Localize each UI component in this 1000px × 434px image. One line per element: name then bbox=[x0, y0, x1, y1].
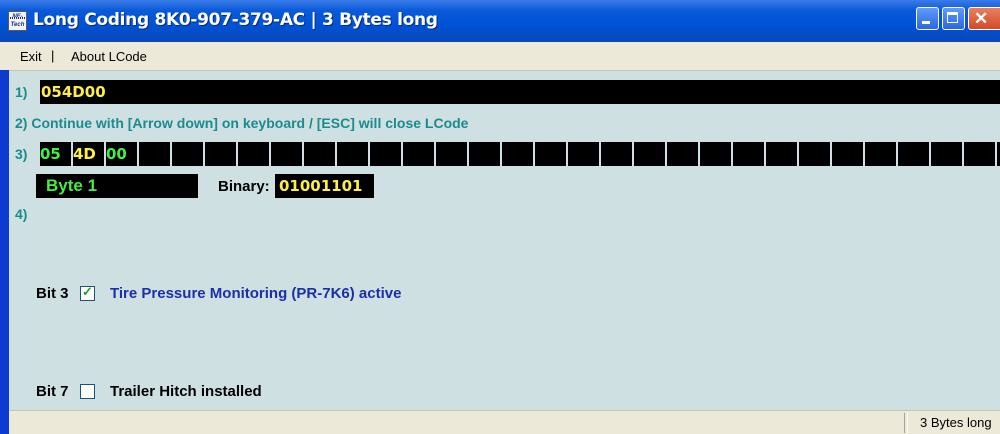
menu-exit[interactable]: Exit bbox=[20, 49, 42, 64]
menu-bar: Exit | About LCode bbox=[0, 42, 1000, 71]
status-bar: 3 Bytes long bbox=[9, 410, 1000, 434]
step-4-label: 4) bbox=[15, 206, 28, 222]
byte-cell-empty[interactable] bbox=[469, 142, 502, 166]
byte-cell-empty[interactable] bbox=[733, 142, 766, 166]
bit-3-checkbox[interactable]: ✓ bbox=[80, 284, 95, 301]
byte-cell-empty[interactable] bbox=[502, 142, 535, 166]
step-2-hint: 2) Continue with [Arrow down] on keyboar… bbox=[15, 115, 469, 131]
maximize-icon bbox=[947, 12, 958, 23]
window-left-border bbox=[0, 70, 9, 434]
byte-cell-1[interactable]: 4D bbox=[73, 142, 106, 166]
checkmark-icon: ✓ bbox=[82, 284, 93, 299]
bit-3-description[interactable]: Tire Pressure Monitoring (PR-7K6) active bbox=[110, 285, 401, 302]
bytes-bar: 05 4D 00 bbox=[40, 142, 1000, 166]
byte-cell-empty[interactable] bbox=[370, 142, 403, 166]
byte-cell-empty[interactable] bbox=[799, 142, 832, 166]
byte-cell-empty[interactable] bbox=[964, 142, 997, 166]
bit-7-checkbox[interactable] bbox=[80, 384, 95, 399]
byte-cell-empty[interactable] bbox=[205, 142, 238, 166]
step-3-label: 3) bbox=[15, 146, 28, 162]
byte-cell-empty[interactable] bbox=[436, 142, 469, 166]
byte-cell-empty[interactable] bbox=[172, 142, 205, 166]
app-logo-icon[interactable]: NE-Tech bbox=[8, 11, 27, 31]
bit-7-description[interactable]: Trailer Hitch installed bbox=[110, 383, 262, 400]
byte-value-0: 05 bbox=[40, 145, 61, 163]
byte-cell-empty[interactable] bbox=[766, 142, 799, 166]
byte-cell-empty[interactable] bbox=[238, 142, 271, 166]
binary-label: Binary: bbox=[218, 178, 270, 195]
byte-cell-0[interactable]: 05 bbox=[40, 142, 73, 166]
coding-value: 054D00 bbox=[41, 83, 106, 101]
binary-value: 01001101 bbox=[275, 174, 374, 198]
minimize-icon bbox=[922, 21, 930, 24]
byte-cell-empty[interactable] bbox=[271, 142, 304, 166]
selected-byte-label: Byte 1 bbox=[36, 174, 198, 198]
bit-3-label: Bit 3 bbox=[36, 285, 69, 302]
menu-about[interactable]: About LCode bbox=[71, 49, 147, 64]
close-icon: ✕ bbox=[974, 9, 989, 28]
lcode-window: NE-Tech Long Coding 8K0-907-379-AC | 3 B… bbox=[0, 0, 1000, 434]
byte-cell-empty[interactable] bbox=[832, 142, 865, 166]
menu-separator: | bbox=[51, 48, 55, 63]
bit-7-label: Bit 7 bbox=[36, 383, 69, 400]
byte-value-2: 00 bbox=[106, 145, 127, 163]
byte-cell-2[interactable]: 00 bbox=[106, 142, 139, 166]
byte-cell-empty[interactable] bbox=[865, 142, 898, 166]
close-button[interactable]: ✕ bbox=[968, 7, 1000, 30]
byte-cell-empty[interactable] bbox=[568, 142, 601, 166]
byte-cell-empty[interactable] bbox=[601, 142, 634, 166]
step-1-label: 1) bbox=[15, 84, 28, 100]
coding-input[interactable]: 054D00 bbox=[40, 80, 1000, 104]
byte-cell-empty[interactable] bbox=[634, 142, 667, 166]
maximize-button[interactable] bbox=[942, 7, 965, 30]
byte-cell-empty[interactable] bbox=[403, 142, 436, 166]
byte-cell-empty[interactable] bbox=[931, 142, 964, 166]
byte-cell-empty[interactable] bbox=[667, 142, 700, 166]
byte-cell-empty[interactable] bbox=[535, 142, 568, 166]
byte-cell-empty[interactable] bbox=[898, 142, 931, 166]
status-divider bbox=[904, 413, 908, 433]
byte-cell-empty[interactable] bbox=[304, 142, 337, 166]
title-bar[interactable]: NE-Tech Long Coding 8K0-907-379-AC | 3 B… bbox=[0, 0, 1000, 42]
minimize-button[interactable] bbox=[916, 7, 939, 30]
window-title: Long Coding 8K0-907-379-AC | 3 Bytes lon… bbox=[33, 10, 438, 30]
byte-value-1: 4D bbox=[73, 145, 96, 163]
byte-cell-empty[interactable] bbox=[700, 142, 733, 166]
status-text: 3 Bytes long bbox=[920, 415, 992, 430]
byte-cell-empty[interactable] bbox=[139, 142, 172, 166]
byte-cell-empty[interactable] bbox=[337, 142, 370, 166]
